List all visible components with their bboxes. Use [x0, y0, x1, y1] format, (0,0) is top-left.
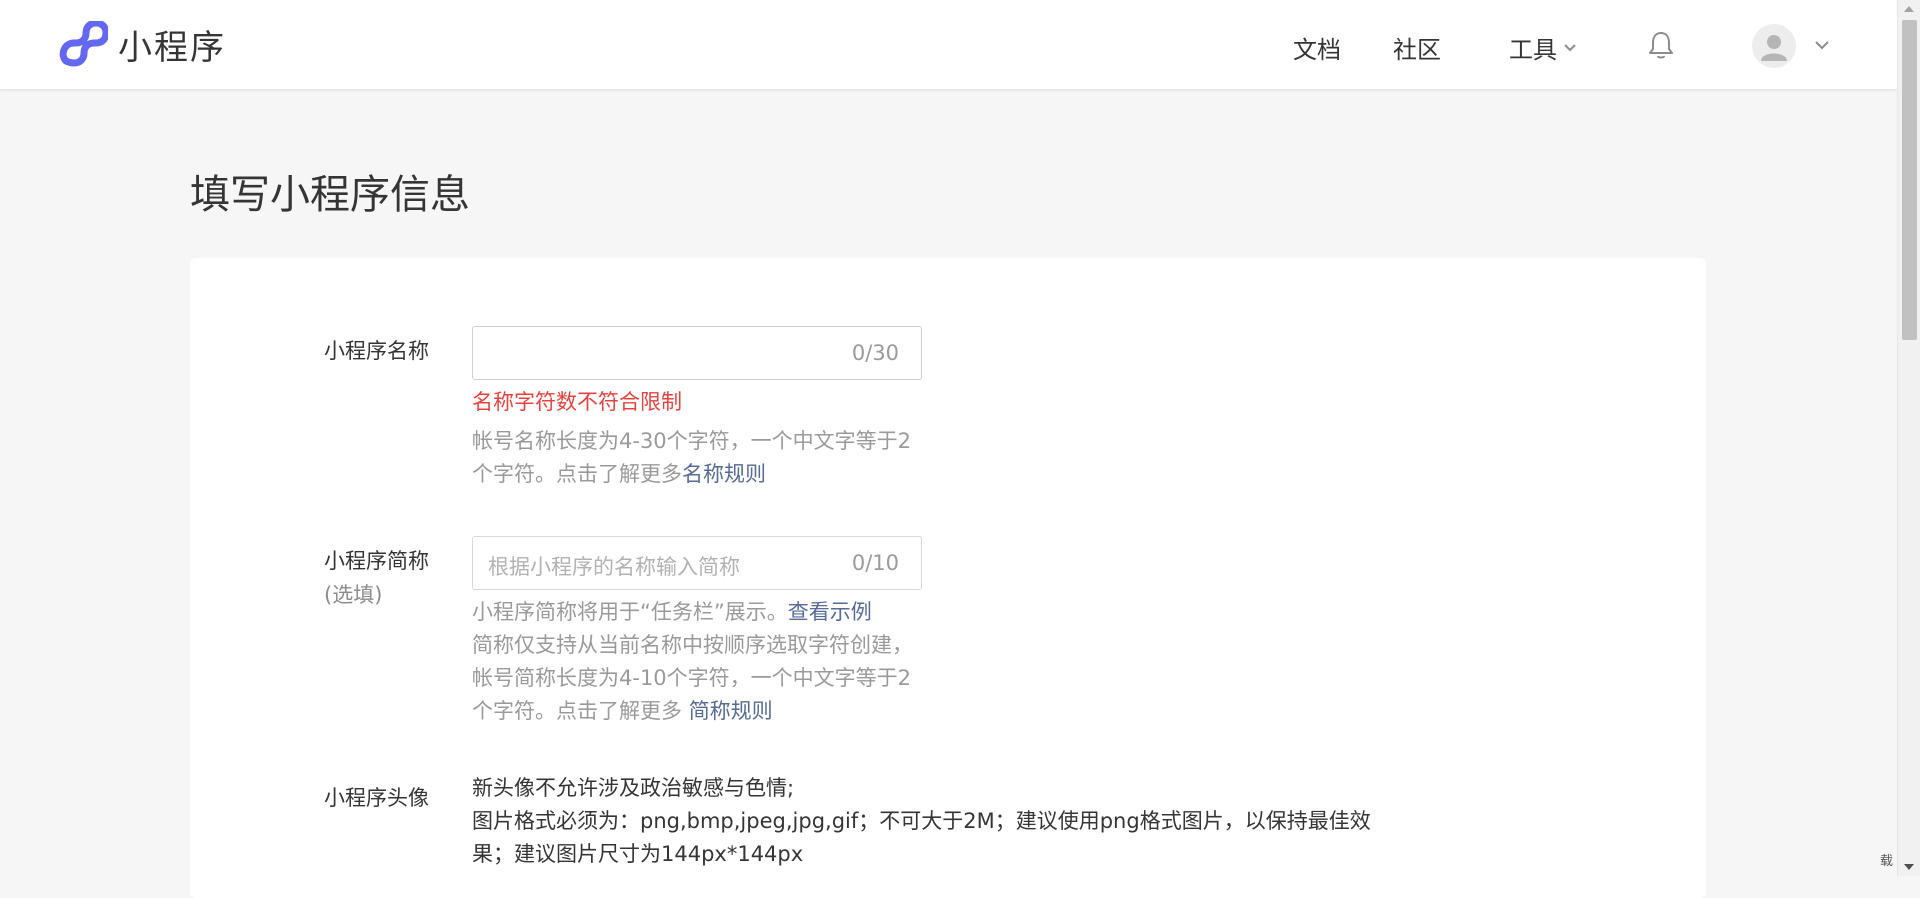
- page-title: 填写小程序信息: [190, 172, 470, 218]
- top-navbar: 小程序 文档 社区 工具: [0, 0, 1897, 90]
- chevron-down-icon: [1564, 43, 1576, 51]
- nav-tools-label: 工具: [1509, 36, 1557, 64]
- name-help-text: 帐号名称长度为4-30个字符，一个中文字等于2个字符。点击了解更多名称规则: [472, 425, 932, 491]
- short-name-help-text: 小程序简称将用于“任务栏”展示。查看示例 简称仅支持从当前名称中按顺序选取字符创…: [472, 596, 932, 728]
- name-input[interactable]: 0/30: [472, 326, 922, 380]
- notification-bell-icon[interactable]: [1648, 30, 1674, 64]
- avatar-requirements: 新头像不允许涉及政治敏感与色情; 图片格式必须为：png,bmp,jpeg,jp…: [472, 772, 1392, 871]
- view-example-link[interactable]: 查看示例: [788, 600, 872, 624]
- avatar-label: 小程序头像: [324, 786, 429, 810]
- short-name-input[interactable]: 根据小程序的名称输入简称 0/10: [472, 536, 922, 590]
- short-name-placeholder: 根据小程序的名称输入简称: [488, 555, 740, 579]
- short-name-label: 小程序简称: [324, 549, 429, 573]
- nav-community-link[interactable]: 社区: [1393, 30, 1441, 65]
- user-icon: [1761, 35, 1787, 61]
- scroll-down-arrow-icon[interactable]: [1904, 864, 1914, 870]
- name-rules-link[interactable]: 名称规则: [682, 462, 766, 486]
- logo[interactable]: 小程序: [58, 20, 226, 69]
- account-menu-chevron-icon[interactable]: [1814, 36, 1830, 55]
- miniprogram-logo-icon: [59, 20, 108, 67]
- user-avatar[interactable]: [1752, 24, 1796, 68]
- scroll-thumb[interactable]: [1902, 20, 1917, 340]
- short-name-rules-link[interactable]: 简称规则: [689, 699, 773, 723]
- app-name: 小程序: [118, 28, 226, 68]
- page-scrollbar[interactable]: [1897, 0, 1920, 876]
- name-counter: 0/30: [851, 341, 899, 365]
- avatar-requirement-line-2: 图片格式必须为：png,bmp,jpeg,jpg,gif；不可大于2M；建议使用…: [472, 809, 1371, 866]
- corner-text: 载: [1880, 854, 1894, 869]
- scroll-up-arrow-icon[interactable]: [1904, 6, 1914, 12]
- short-name-optional-label: (选填): [324, 583, 383, 607]
- name-error-message: 名称字符数不符合限制: [472, 390, 682, 414]
- avatar-requirement-line-1: 新头像不允许涉及政治敏感与色情;: [472, 776, 795, 800]
- short-name-counter: 0/10: [851, 551, 899, 575]
- nav-docs-link[interactable]: 文档: [1293, 30, 1341, 65]
- nav-tools-dropdown[interactable]: 工具: [1509, 30, 1577, 65]
- short-name-help-description-1: 小程序简称将用于“任务栏”展示。: [472, 600, 788, 624]
- name-label: 小程序名称: [324, 339, 429, 363]
